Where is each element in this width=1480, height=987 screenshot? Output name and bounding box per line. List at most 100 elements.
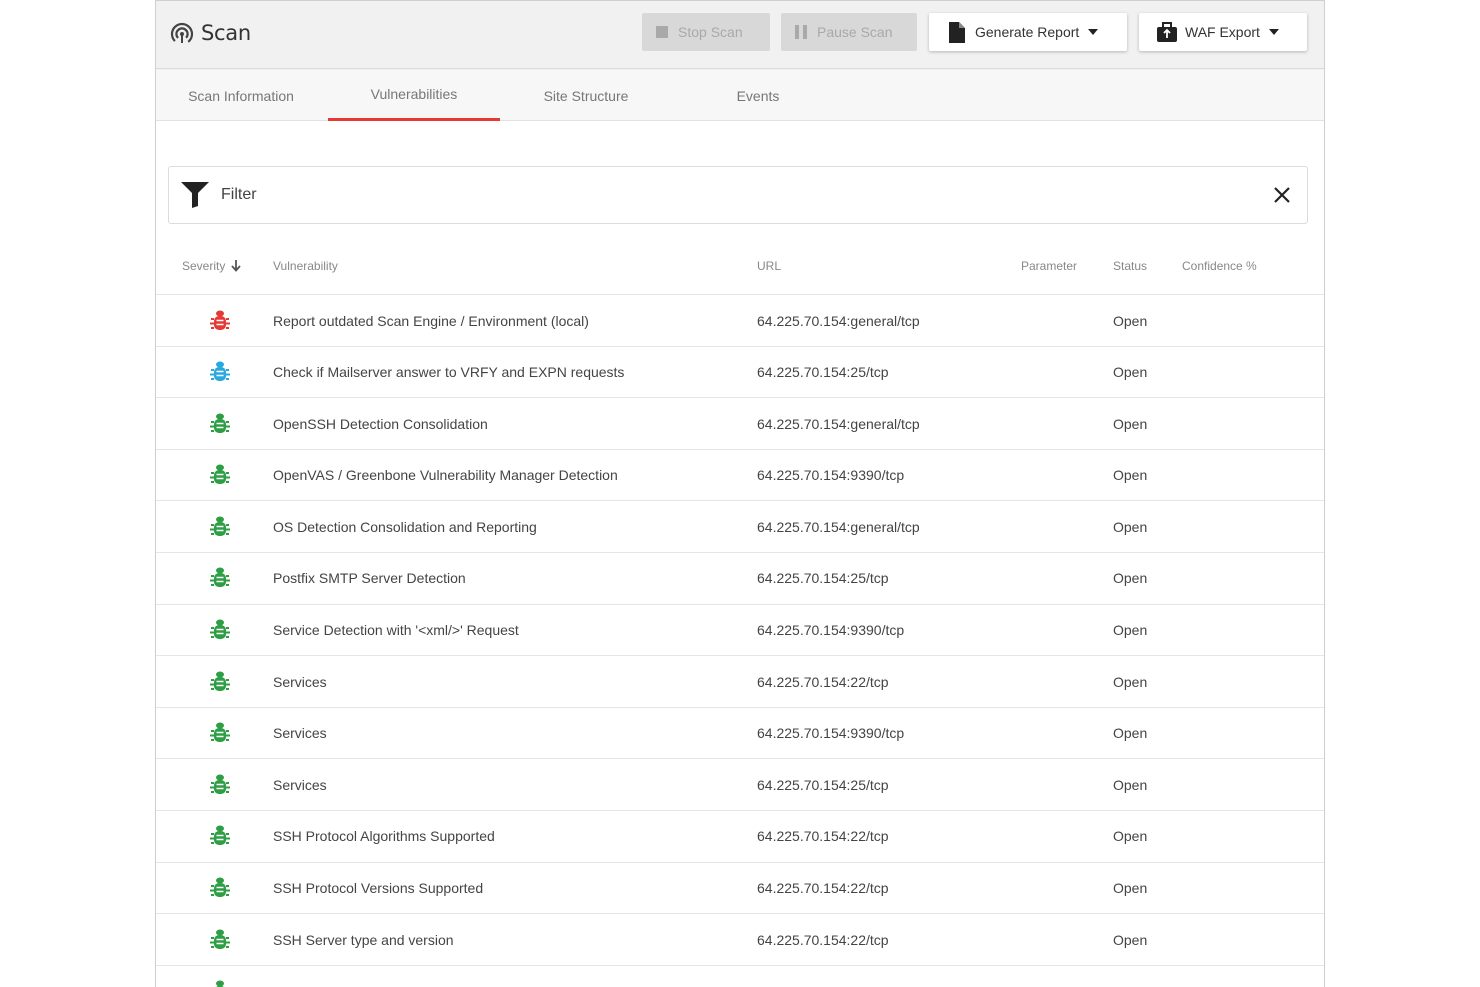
status-cell: Open (1113, 725, 1148, 742)
pause-scan-label: Pause Scan (817, 24, 893, 40)
status-cell: Open (1113, 622, 1148, 639)
status-cell: Open (1113, 673, 1148, 690)
filter-icon (181, 182, 209, 208)
tab-vulnerabilities[interactable]: Vulnerabilities (328, 70, 500, 121)
tab-scan-information[interactable]: Scan Information (171, 70, 311, 121)
status-cell: Open (1113, 415, 1148, 432)
bug-icon (208, 450, 232, 501)
column-status[interactable]: Status (1113, 259, 1147, 273)
file-icon (949, 21, 965, 43)
table-row[interactable]: Report outdated Scan Engine / Environmen… (156, 295, 1324, 347)
url-cell: 64.225.70.154:general/tcp (757, 312, 920, 329)
url-cell: 64.225.70.154:9390/tcp (757, 725, 905, 742)
column-parameter[interactable]: Parameter (1021, 259, 1077, 273)
scan-header: Scan Stop Scan Pause Scan Generate Repor… (156, 1, 1324, 69)
vulnerability-cell[interactable]: SSH Protocol Versions Supported (273, 863, 483, 914)
table-row[interactable] (156, 966, 1324, 987)
vulnerability-cell[interactable]: Postfix SMTP Server Detection (273, 553, 466, 604)
vulnerability-cell[interactable]: Services (273, 708, 327, 759)
vulnerability-cell[interactable]: SSH Protocol Algorithms Supported (273, 811, 495, 862)
close-icon[interactable] (1273, 186, 1291, 204)
status-cell: Open (1113, 312, 1148, 329)
page-title: Scan (201, 21, 251, 45)
page-title-group: Scan (170, 21, 251, 45)
url-cell: 64.225.70.154:9390/tcp (757, 467, 905, 484)
waf-export-label: WAF Export (1185, 24, 1260, 40)
waf-export-button[interactable]: WAF Export (1139, 13, 1307, 51)
url-cell: 64.225.70.154:22/tcp (757, 828, 889, 845)
table-row[interactable]: OpenVAS / Greenbone Vulnerability Manage… (156, 450, 1324, 502)
pause-scan-button[interactable]: Pause Scan (781, 13, 917, 51)
status-cell: Open (1113, 776, 1148, 793)
url-cell: 64.225.70.154:general/tcp (757, 518, 920, 535)
bug-icon (208, 656, 232, 707)
stop-icon (656, 26, 668, 38)
bug-icon (208, 759, 232, 810)
status-cell: Open (1113, 364, 1148, 381)
bug-icon (208, 398, 232, 449)
tab-events[interactable]: Events (716, 70, 800, 121)
url-cell: 64.225.70.154:general/tcp (757, 415, 920, 432)
vulnerability-cell[interactable]: Report outdated Scan Engine / Environmen… (273, 295, 589, 346)
table-row[interactable]: OS Detection Consolidation and Reporting… (156, 501, 1324, 553)
column-url[interactable]: URL (757, 259, 781, 273)
chevron-down-icon (1088, 29, 1099, 35)
bug-icon (208, 708, 232, 759)
vulnerability-cell[interactable]: Services (273, 656, 327, 707)
generate-report-label: Generate Report (975, 24, 1080, 40)
status-cell: Open (1113, 828, 1148, 845)
stop-scan-button[interactable]: Stop Scan (642, 13, 770, 51)
bug-icon (208, 605, 232, 656)
table-row[interactable]: OpenSSH Detection Consolidation 64.225.70… (156, 398, 1324, 450)
vulnerability-cell[interactable]: OpenVAS / Greenbone Vulnerability Manage… (273, 450, 618, 501)
sort-down-icon (231, 260, 242, 272)
scan-panel: Scan Stop Scan Pause Scan Generate Repor… (155, 0, 1325, 987)
table-row[interactable]: SSH Server type and version 64.225.70.154… (156, 914, 1324, 966)
chevron-down-icon (1268, 29, 1279, 35)
tab-bar: Scan Information Vulnerabilities Site St… (156, 70, 1324, 121)
table-row[interactable]: Services 64.225.70.154:9390/tcp Open (156, 708, 1324, 760)
column-severity[interactable]: Severity (182, 259, 242, 273)
url-cell: 64.225.70.154:22/tcp (757, 673, 889, 690)
pause-icon (795, 25, 807, 39)
vulnerability-table-body: Report outdated Scan Engine / Environmen… (156, 295, 1324, 987)
table-row[interactable]: SSH Protocol Algorithms Supported 64.225.… (156, 811, 1324, 863)
url-cell: 64.225.70.154:25/tcp (757, 570, 889, 587)
table-row[interactable]: Service Detection with '<xml/>' Request 6… (156, 605, 1324, 657)
vulnerability-cell[interactable]: Service Detection with '<xml/>' Request (273, 605, 519, 656)
bug-icon (208, 553, 232, 604)
vulnerability-cell[interactable]: Check if Mailserver answer to VRFY and E… (273, 347, 624, 398)
status-cell: Open (1113, 880, 1148, 897)
table-row[interactable]: Services 64.225.70.154:25/tcp Open (156, 759, 1324, 811)
column-severity-label: Severity (182, 259, 226, 273)
column-vulnerability[interactable]: Vulnerability (273, 259, 338, 273)
table-row[interactable]: SSH Protocol Versions Supported 64.225.70… (156, 863, 1324, 915)
bug-icon (208, 501, 232, 552)
table-row[interactable]: Check if Mailserver answer to VRFY and E… (156, 347, 1324, 399)
table-row[interactable]: Services 64.225.70.154:22/tcp Open (156, 656, 1324, 708)
url-cell: 64.225.70.154:25/tcp (757, 776, 889, 793)
bug-icon (208, 966, 232, 987)
vulnerability-cell[interactable]: Services (273, 759, 327, 810)
generate-report-button[interactable]: Generate Report (929, 13, 1127, 51)
status-cell: Open (1113, 570, 1148, 587)
bug-icon (208, 914, 232, 965)
stop-scan-label: Stop Scan (678, 24, 743, 40)
status-cell: Open (1113, 467, 1148, 484)
column-confidence[interactable]: Confidence % (1182, 259, 1257, 273)
filter-label: Filter (221, 186, 257, 203)
vulnerability-cell[interactable]: SSH Server type and version (273, 914, 454, 965)
url-cell: 64.225.70.154:22/tcp (757, 880, 889, 897)
bug-icon (208, 295, 232, 346)
status-cell: Open (1113, 518, 1148, 535)
vulnerability-cell[interactable]: OS Detection Consolidation and Reporting (273, 501, 537, 552)
url-cell: 64.225.70.154:9390/tcp (757, 622, 905, 639)
tab-site-structure[interactable]: Site Structure (526, 70, 646, 121)
table-row[interactable]: Postfix SMTP Server Detection 64.225.70.1… (156, 553, 1324, 605)
bug-icon (208, 347, 232, 398)
filter-bar[interactable]: Filter (168, 166, 1308, 224)
export-bag-icon (1157, 22, 1177, 42)
vulnerability-cell[interactable]: OpenSSH Detection Consolidation (273, 398, 488, 449)
table-header: Severity Vulnerability URL Parameter Sta… (156, 241, 1324, 295)
url-cell: 64.225.70.154:25/tcp (757, 364, 889, 381)
